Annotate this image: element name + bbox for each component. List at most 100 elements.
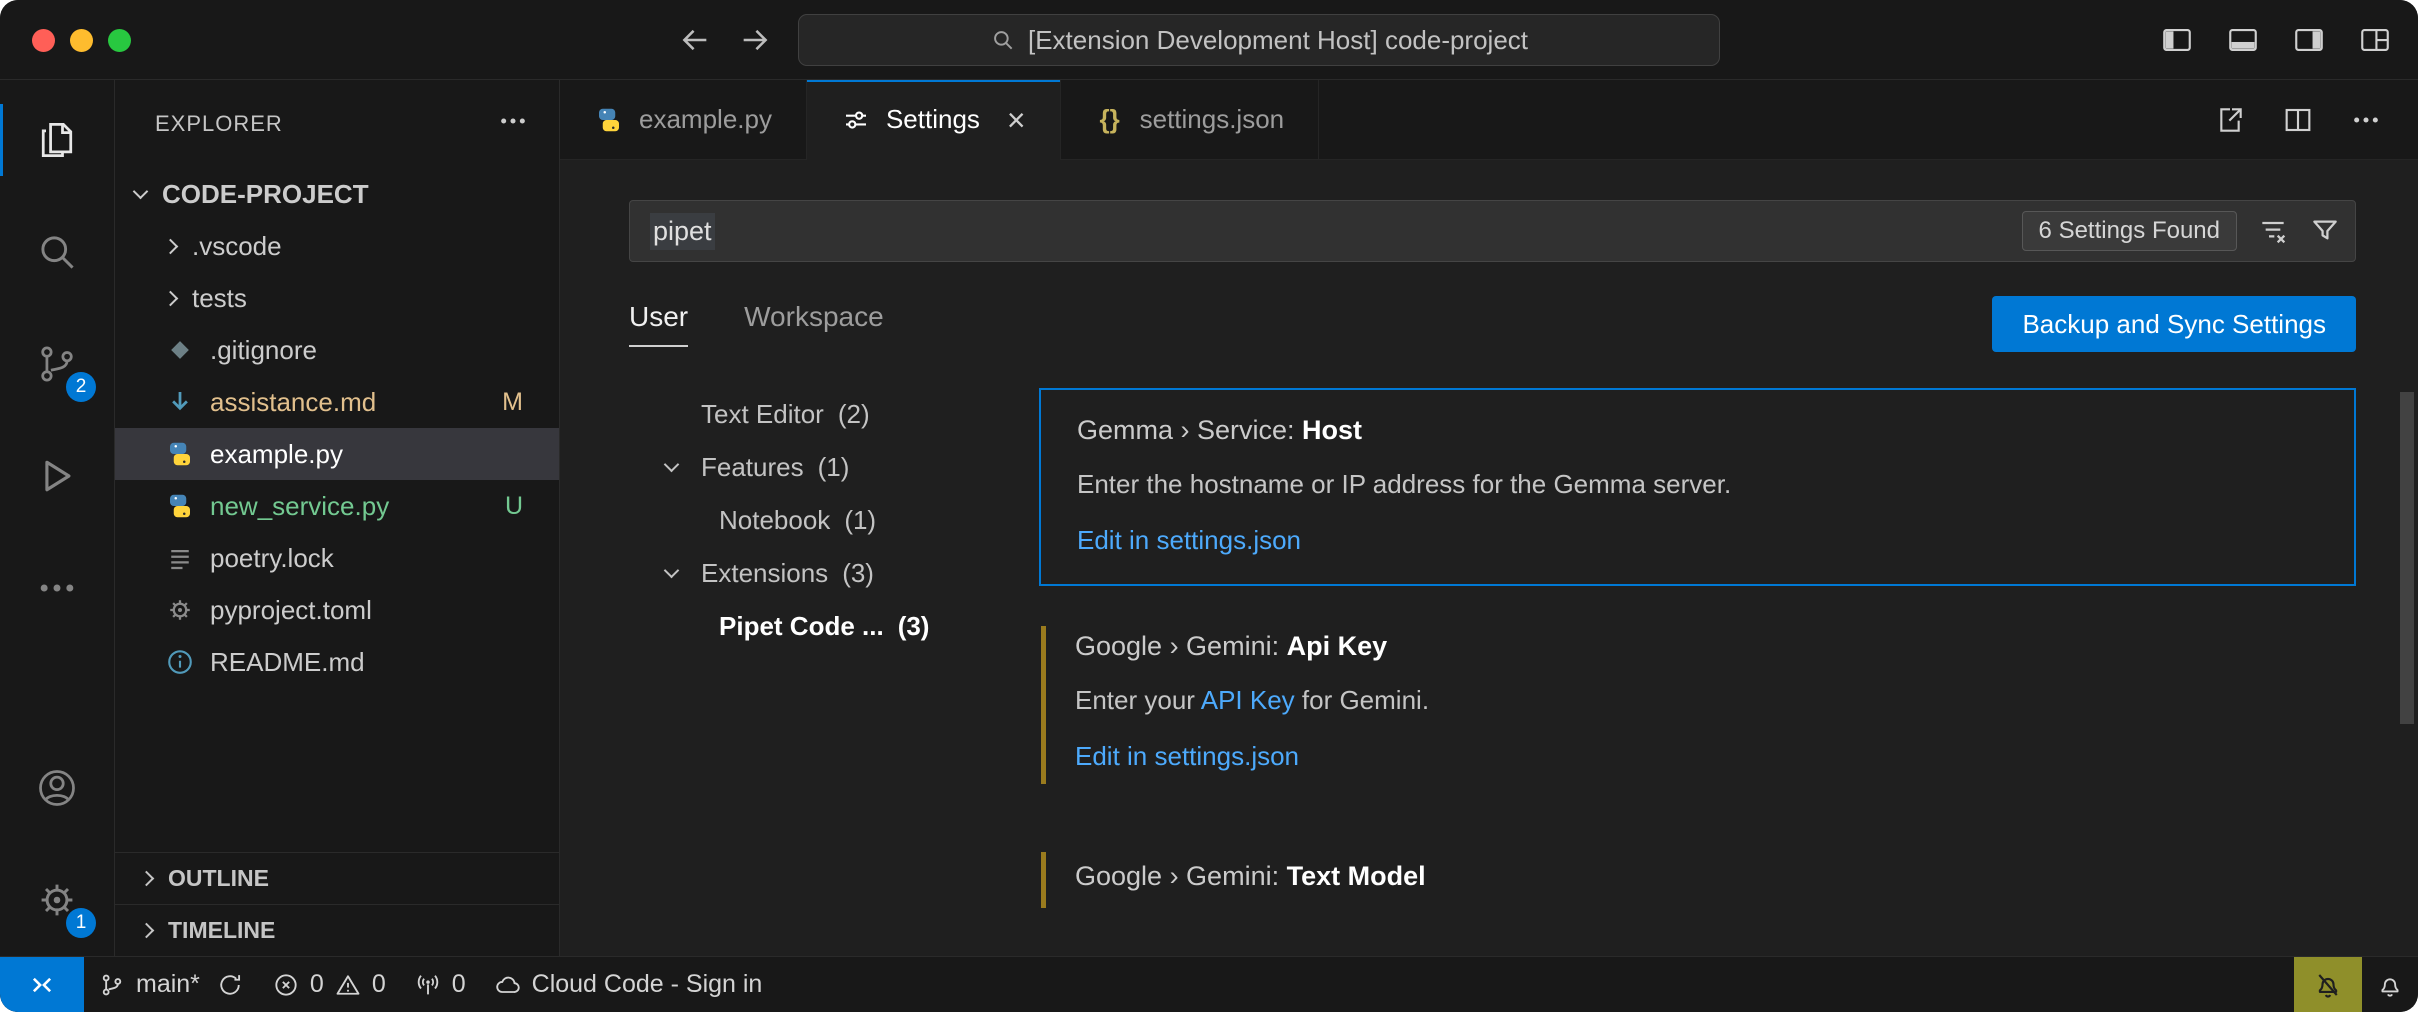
- split-editor-icon[interactable]: [2282, 104, 2314, 136]
- minimize-window-button[interactable]: [70, 29, 93, 52]
- editor-area: example.py Settings × {} settings.json: [560, 80, 2418, 956]
- status-bar: main* 0 0 0 Cloud: [0, 956, 2418, 1012]
- activity-explorer[interactable]: [0, 84, 114, 196]
- command-center[interactable]: [Extension Development Host] code-projec…: [798, 14, 1720, 66]
- toc-text-editor[interactable]: Text Editor (2): [629, 388, 1019, 441]
- tab-settings-json[interactable]: {} settings.json: [1061, 80, 1320, 159]
- toggle-panel-icon[interactable]: [2226, 23, 2260, 57]
- tree-root-code-project[interactable]: CODE-PROJECT: [115, 168, 559, 220]
- tree-item-new-service-py[interactable]: new_service.py U: [115, 480, 559, 532]
- activity-accounts[interactable]: [0, 732, 114, 844]
- activity-bar: 2 1: [0, 80, 115, 956]
- branch-status-item[interactable]: main*: [84, 957, 214, 1012]
- bell-slash-icon: [2313, 970, 2343, 1000]
- setting-google-gemini-text-model[interactable]: Google › Gemini: Text Model: [1039, 836, 2356, 920]
- close-window-button[interactable]: [32, 29, 55, 52]
- files-icon: [35, 118, 79, 162]
- setting-google-gemini-api-key[interactable]: Google › Gemini: Api Key Enter your API …: [1039, 610, 2356, 796]
- file-tree: CODE-PROJECT .vscode tests .gitignore: [115, 168, 559, 688]
- git-status-badge: M: [502, 388, 523, 417]
- explorer-sidebar: EXPLORER CODE-PROJECT .vscode tests: [115, 80, 560, 956]
- tree-item-assistance-md[interactable]: assistance.md M: [115, 376, 559, 428]
- tab-settings[interactable]: Settings ×: [807, 80, 1061, 159]
- editor-actions: [2214, 80, 2418, 159]
- toc-notebook[interactable]: Notebook (1): [629, 494, 1019, 547]
- run-debug-icon: [35, 454, 79, 498]
- layout-controls: [2160, 0, 2392, 80]
- open-settings-json-icon[interactable]: [2214, 104, 2246, 136]
- filter-icon[interactable]: [2309, 215, 2341, 247]
- edit-in-settings-json-link[interactable]: Edit in settings.json: [1077, 524, 2324, 556]
- explorer-actions[interactable]: [497, 105, 529, 144]
- window-controls: [32, 29, 131, 52]
- notifications-status-item[interactable]: [2362, 957, 2418, 1012]
- sync-icon: [216, 971, 244, 999]
- search-value: pipet: [650, 213, 715, 250]
- zoom-window-button[interactable]: [108, 29, 131, 52]
- settings-editor: pipet 6 Settings Found User Workspace: [560, 160, 2418, 956]
- settings-list: Gemma › Service: Host Enter the hostname…: [1039, 388, 2356, 948]
- error-icon: [272, 971, 300, 999]
- close-icon[interactable]: ×: [1007, 104, 1026, 136]
- backup-sync-settings-button[interactable]: Backup and Sync Settings: [1992, 296, 2356, 352]
- ports-status-item[interactable]: 0: [400, 957, 480, 1012]
- tree-item-pyproject-toml[interactable]: pyproject.toml: [115, 584, 559, 636]
- setting-title: Google › Gemini: Api Key: [1075, 630, 2326, 662]
- toc-pipet-code[interactable]: Pipet Code ... (3): [629, 600, 1019, 653]
- main-area: 2 1: [0, 80, 2418, 956]
- forward-icon[interactable]: [738, 23, 772, 57]
- notifications-muted-status-item[interactable]: [2294, 957, 2362, 1012]
- tree-item-gitignore[interactable]: .gitignore: [115, 324, 559, 376]
- chevron-down-icon: [663, 457, 679, 473]
- search-icon: [990, 27, 1016, 53]
- scope-tab-workspace[interactable]: Workspace: [744, 301, 884, 347]
- tree-item-readme-md[interactable]: README.md: [115, 636, 559, 688]
- toc-features[interactable]: Features (1): [629, 441, 1019, 494]
- setting-gemma-service-host[interactable]: Gemma › Service: Host Enter the hostname…: [1039, 388, 2356, 586]
- python-file-icon: [165, 491, 195, 521]
- setting-title: Google › Gemini: Text Model: [1075, 860, 2326, 892]
- tree-item-vscode[interactable]: .vscode: [115, 220, 559, 272]
- vscode-window: [Extension Development Host] code-projec…: [0, 0, 2418, 1012]
- api-key-link[interactable]: API Key: [1201, 685, 1295, 715]
- results-count-badge: 6 Settings Found: [2022, 211, 2237, 251]
- cloud-code-status-item[interactable]: Cloud Code - Sign in: [480, 957, 777, 1012]
- settings-content: Text Editor (2) Features (1) Notebook (1…: [629, 388, 2356, 948]
- toc-extensions[interactable]: Extensions (3): [629, 547, 1019, 600]
- edit-in-settings-json-link[interactable]: Edit in settings.json: [1075, 740, 2326, 772]
- tab-bar: example.py Settings × {} settings.json: [560, 80, 2418, 160]
- activity-source-control[interactable]: 2: [0, 308, 114, 420]
- bell-icon: [2376, 971, 2404, 999]
- remote-indicator[interactable]: [0, 957, 84, 1012]
- back-icon[interactable]: [678, 23, 712, 57]
- tree-item-example-py[interactable]: example.py: [115, 428, 559, 480]
- nav-group: [Extension Development Host] code-projec…: [678, 0, 1720, 80]
- toggle-secondary-sidebar-icon[interactable]: [2292, 23, 2326, 57]
- outline-section[interactable]: OUTLINE: [115, 852, 559, 904]
- git-status-badge: U: [505, 492, 523, 521]
- python-file-icon: [165, 439, 195, 469]
- toggle-primary-sidebar-icon[interactable]: [2160, 23, 2194, 57]
- scrollbar[interactable]: [2400, 392, 2414, 724]
- problems-status-item[interactable]: 0 0: [258, 957, 400, 1012]
- status-bar-right: [2294, 957, 2418, 1012]
- tab-example-py[interactable]: example.py: [560, 80, 807, 159]
- chevron-right-icon: [139, 871, 155, 887]
- activity-search[interactable]: [0, 196, 114, 308]
- cloud-icon: [494, 971, 522, 999]
- scope-tab-user[interactable]: User: [629, 301, 688, 347]
- customize-layout-icon[interactable]: [2358, 23, 2392, 57]
- clear-search-filters-icon[interactable]: [2257, 215, 2289, 247]
- tree-item-poetry-lock[interactable]: poetry.lock: [115, 532, 559, 584]
- activity-run-debug[interactable]: [0, 420, 114, 532]
- lockfile-icon: [165, 543, 195, 573]
- activity-more[interactable]: [0, 532, 114, 644]
- settings-search-input[interactable]: pipet 6 Settings Found: [629, 200, 2356, 262]
- activity-settings[interactable]: 1: [0, 844, 114, 956]
- remote-icon: [27, 970, 57, 1000]
- more-actions-icon[interactable]: [2350, 104, 2382, 136]
- sync-status-item[interactable]: [214, 957, 258, 1012]
- timeline-section[interactable]: TIMELINE: [115, 904, 559, 956]
- python-file-icon: [594, 105, 624, 135]
- tree-item-tests[interactable]: tests: [115, 272, 559, 324]
